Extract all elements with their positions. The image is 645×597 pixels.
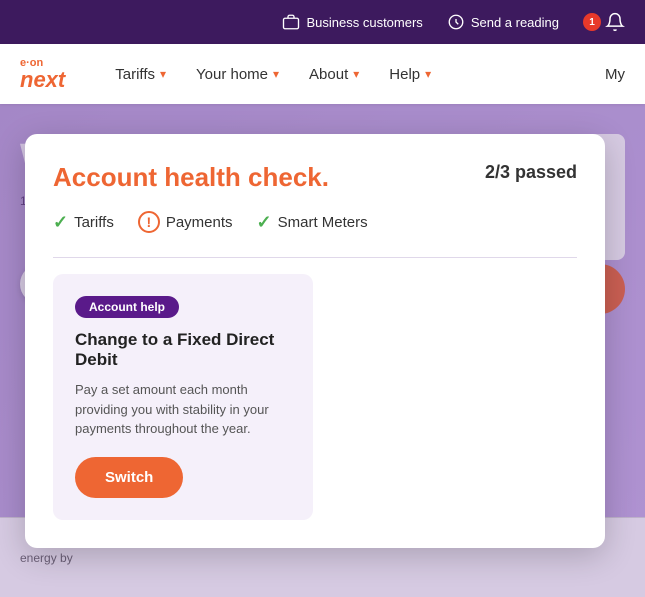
- check-tariffs-label: Tariffs: [74, 214, 114, 231]
- notification-area[interactable]: 1: [583, 12, 625, 32]
- check-warn-icon: !: [138, 211, 160, 233]
- nav-your-home[interactable]: Your home ▾: [196, 66, 279, 83]
- check-smart-meters: ✓ Smart Meters: [257, 212, 368, 233]
- modal-header: Account health check. 2/3 passed: [53, 162, 577, 193]
- your-home-chevron-icon: ▾: [273, 67, 279, 81]
- check-tariffs: ✓ Tariffs: [53, 212, 114, 233]
- top-bar: Business customers Send a reading 1: [0, 0, 645, 44]
- briefcase-icon: [282, 13, 300, 31]
- nav-bar: e·on next Tariffs ▾ Your home ▾ About ▾ …: [0, 44, 645, 104]
- modal-checks: ✓ Tariffs ! Payments ✓ Smart Meters: [53, 211, 577, 233]
- nav-help-label: Help: [389, 66, 420, 83]
- nav-about[interactable]: About ▾: [309, 66, 359, 83]
- nav-my[interactable]: My: [605, 66, 625, 83]
- card-title: Change to a Fixed Direct Debit: [75, 330, 291, 370]
- business-customers-link[interactable]: Business customers: [282, 13, 422, 31]
- check-payments: ! Payments: [138, 211, 233, 233]
- bell-icon: [605, 12, 625, 32]
- check-payments-label: Payments: [166, 214, 233, 231]
- nav-tariffs-label: Tariffs: [115, 66, 155, 83]
- help-chevron-icon: ▾: [425, 67, 431, 81]
- card-tag: Account help: [75, 296, 179, 318]
- modal-passed: 2/3 passed: [485, 162, 577, 183]
- health-check-modal: Account health check. 2/3 passed ✓ Tarif…: [25, 134, 605, 548]
- switch-button[interactable]: Switch: [75, 457, 183, 498]
- modal-divider: [53, 257, 577, 258]
- business-customers-label: Business customers: [306, 15, 422, 30]
- notification-badge: 1: [583, 13, 601, 31]
- card-text: Pay a set amount each month providing yo…: [75, 380, 291, 439]
- nav-help[interactable]: Help ▾: [389, 66, 431, 83]
- check-ok-icon-2: ✓: [257, 212, 272, 233]
- account-help-card: Account help Change to a Fixed Direct De…: [53, 274, 313, 520]
- logo-next: next: [20, 69, 65, 91]
- meter-icon: [447, 13, 465, 31]
- nav-about-label: About: [309, 66, 348, 83]
- nav-my-label: My: [605, 66, 625, 83]
- send-reading-label: Send a reading: [471, 15, 559, 30]
- nav-your-home-label: Your home: [196, 66, 268, 83]
- check-smart-meters-label: Smart Meters: [278, 214, 368, 231]
- modal-title: Account health check.: [53, 162, 329, 193]
- modal-overlay: Account health check. 2/3 passed ✓ Tarif…: [0, 104, 645, 597]
- about-chevron-icon: ▾: [353, 67, 359, 81]
- send-reading-link[interactable]: Send a reading: [447, 13, 559, 31]
- tariffs-chevron-icon: ▾: [160, 67, 166, 81]
- check-ok-icon: ✓: [53, 212, 68, 233]
- nav-tariffs[interactable]: Tariffs ▾: [115, 66, 166, 83]
- logo[interactable]: e·on next: [20, 58, 65, 91]
